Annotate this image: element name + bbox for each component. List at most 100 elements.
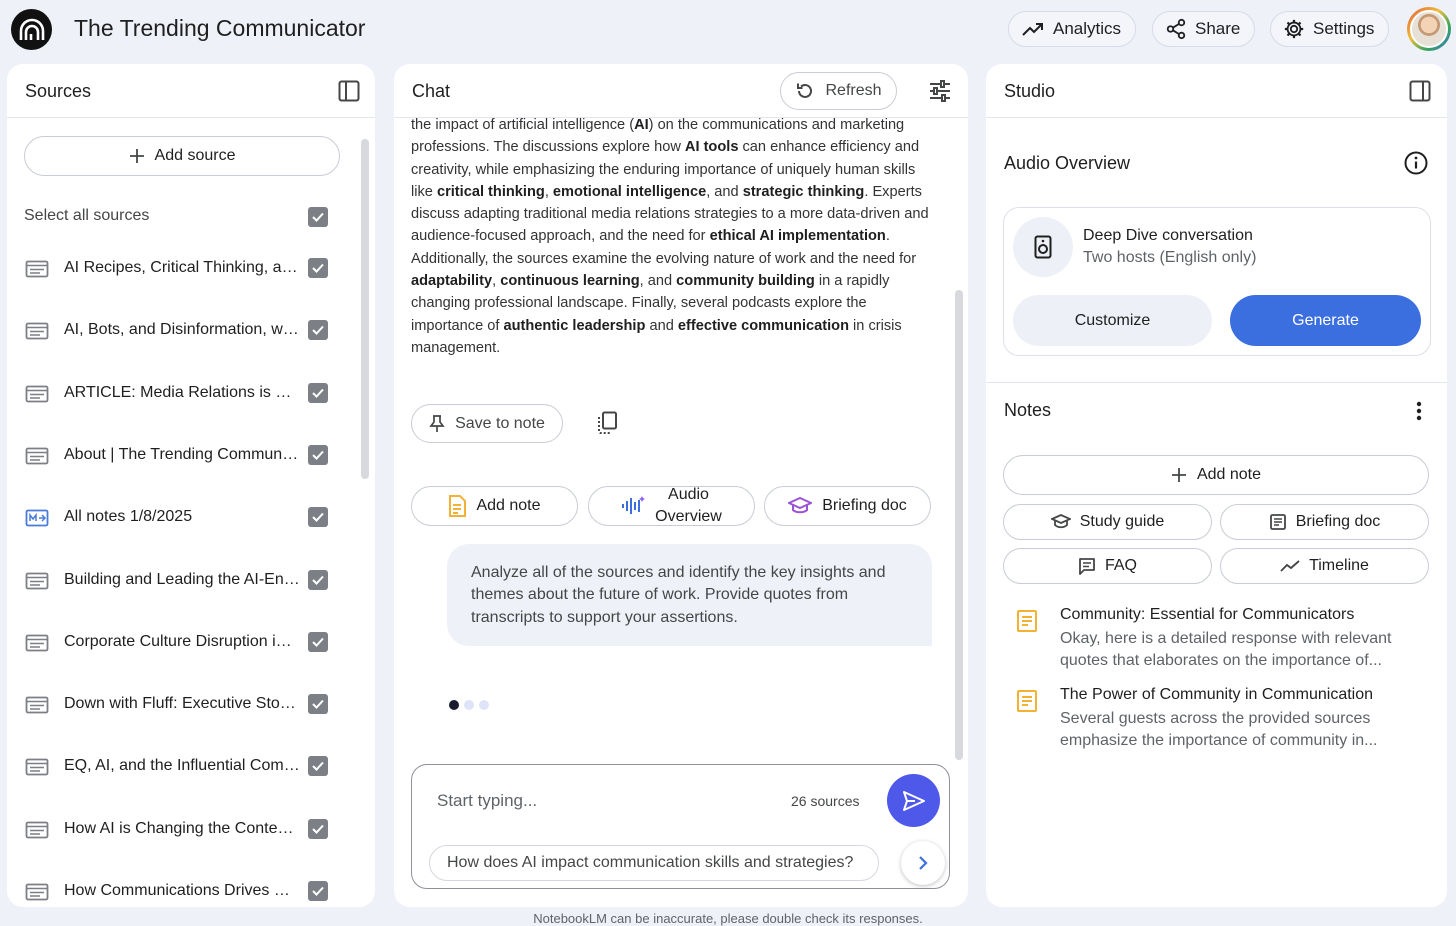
- source-checkbox[interactable]: [308, 569, 328, 590]
- source-checkbox[interactable]: [308, 631, 328, 652]
- refresh-label: Refresh: [825, 82, 882, 99]
- add-source-button[interactable]: Add source: [24, 136, 340, 176]
- source-checkbox[interactable]: [308, 881, 328, 901]
- audio-wave-icon: [622, 496, 646, 514]
- faq-button[interactable]: FAQ: [1003, 548, 1212, 584]
- note-item[interactable]: Community: Essential for Communicators O…: [1016, 606, 1416, 676]
- summary-keyword: community building: [676, 273, 815, 290]
- source-checkbox[interactable]: [308, 382, 328, 403]
- sources-scrollbar[interactable]: [361, 139, 369, 479]
- chat-input[interactable]: Start typing...: [437, 791, 537, 811]
- source-checkbox[interactable]: [308, 320, 328, 341]
- chat-scrollbar[interactable]: [955, 290, 963, 760]
- customize-button[interactable]: Customize: [1013, 295, 1212, 346]
- source-item[interactable]: Corporate Culture Disruption in the Age …: [7, 619, 352, 669]
- add-note-chip[interactable]: Add note: [411, 486, 578, 526]
- trending-up-icon: [1022, 23, 1043, 36]
- chat-panel: Chat Refresh the impact of artificial in…: [394, 64, 968, 907]
- checkmark-icon: [312, 886, 324, 896]
- source-label: ARTICLE: Media Relations is Dead. Long L…: [64, 383, 300, 401]
- source-count: 26 sources: [791, 793, 860, 809]
- graduation-cap-icon: [788, 497, 813, 514]
- save-to-note-button[interactable]: Save to note: [411, 404, 563, 443]
- more-vert-icon[interactable]: [1416, 401, 1422, 421]
- user-message: Analyze all of the sources and identify …: [447, 544, 932, 646]
- document-icon: [25, 696, 49, 714]
- source-item[interactable]: About | The Trending Communicator: [7, 432, 352, 482]
- generate-button[interactable]: Generate: [1230, 295, 1421, 346]
- faq-label: FAQ: [1104, 557, 1137, 574]
- note-item[interactable]: The Power of Community in Communication …: [1016, 686, 1416, 756]
- summary-keyword: adaptability: [411, 273, 493, 290]
- settings-button[interactable]: Settings: [1270, 11, 1390, 47]
- tune-icon[interactable]: [929, 80, 951, 102]
- refresh-button[interactable]: Refresh: [780, 72, 897, 110]
- deep-dive-title: Deep Dive conversation: [1083, 227, 1253, 244]
- school-icon: [1050, 514, 1071, 529]
- summary-text: , and: [639, 273, 677, 290]
- source-checkbox[interactable]: [308, 818, 328, 839]
- timeline-button[interactable]: Timeline: [1220, 548, 1429, 584]
- source-item[interactable]: AI Recipes, Critical Thinking, and the F…: [7, 245, 352, 295]
- collapse-panel-icon[interactable]: [1409, 80, 1431, 102]
- note-preview: Several guests across the provided sourc…: [1060, 710, 1378, 750]
- sources-title: Sources: [25, 81, 92, 101]
- add-note-button[interactable]: Add note: [1003, 455, 1429, 495]
- account-avatar[interactable]: [1407, 7, 1451, 51]
- checkmark-icon: [312, 212, 324, 222]
- source-checkbox[interactable]: [308, 756, 328, 777]
- analytics-button[interactable]: Analytics: [1008, 11, 1137, 47]
- next-suggestion-button[interactable]: [901, 841, 945, 885]
- note-icon: [1017, 610, 1037, 632]
- collapse-panel-icon[interactable]: [338, 80, 360, 102]
- summary-text: ,: [492, 273, 501, 290]
- settings-label: Settings: [1313, 19, 1375, 38]
- source-item[interactable]: How Communications Drives Growth: [7, 868, 352, 907]
- audio-overview-chip[interactable]: Audio Overview: [588, 486, 755, 526]
- audio-overview-chip-label-2: Overview: [655, 508, 722, 525]
- summary-keyword: AI tools: [684, 139, 739, 156]
- analytics-label: Analytics: [1053, 19, 1122, 38]
- summary-text: , and: [706, 183, 743, 200]
- source-item[interactable]: ARTICLE: Media Relations is Dead. Long L…: [7, 370, 352, 420]
- briefing-doc-chip[interactable]: Briefing doc: [764, 486, 931, 526]
- notebook-title[interactable]: The Trending Communicator: [74, 15, 365, 42]
- suggested-question[interactable]: How does AI impact communication skills …: [429, 845, 879, 881]
- summary-keyword: critical thinking: [436, 183, 545, 200]
- source-item[interactable]: Building and Leading the AI-Enabled Team: [7, 557, 352, 607]
- save-to-note-label: Save to note: [455, 414, 545, 432]
- source-checkbox[interactable]: [308, 444, 328, 465]
- select-all-checkbox[interactable]: [308, 207, 328, 227]
- gear-icon: [1284, 19, 1304, 39]
- speaker-icon: [1013, 217, 1073, 277]
- chat-title: Chat: [412, 81, 451, 101]
- chat-input-box: Start typing... 26 sources How does AI i…: [411, 764, 950, 889]
- source-item[interactable]: AI, Bots, and Disinformation, with Kelse…: [7, 307, 352, 357]
- source-item[interactable]: EQ, AI, and the Influential Communicator: [7, 743, 352, 793]
- source-item[interactable]: Down with Fluff: Executive Storytelling: [7, 681, 352, 731]
- info-icon[interactable]: [1404, 151, 1428, 175]
- study-guide-button[interactable]: Study guide: [1003, 504, 1212, 540]
- source-checkbox[interactable]: [308, 507, 328, 528]
- studio-panel: Studio Audio Overview Deep Dive conversa…: [986, 64, 1447, 907]
- summary-keyword: AI: [634, 117, 649, 133]
- document-icon: [25, 322, 49, 340]
- checkmark-icon: [312, 699, 324, 710]
- summary-keyword: emotional intelligence: [552, 183, 707, 200]
- loading-indicator: [449, 700, 489, 710]
- plus-icon: [129, 149, 144, 163]
- share-icon: [1166, 18, 1186, 40]
- source-checkbox[interactable]: [308, 258, 328, 278]
- source-label: AI, Bots, and Disinformation, with Kelse…: [64, 321, 300, 339]
- summary-keyword: strategic thinking: [742, 183, 865, 200]
- source-item[interactable]: How AI is Changing the Content Game: [7, 806, 352, 856]
- source-item[interactable]: All notes 1/8/2025: [7, 494, 352, 544]
- source-checkbox[interactable]: [308, 694, 328, 715]
- briefing-doc-button[interactable]: Briefing doc: [1220, 504, 1429, 540]
- studio-divider: [986, 382, 1447, 383]
- send-button[interactable]: [887, 774, 940, 827]
- source-label: AI Recipes, Critical Thinking, and the F…: [64, 259, 300, 276]
- copy-icon[interactable]: [596, 411, 618, 435]
- share-button[interactable]: Share: [1152, 11, 1256, 47]
- notebooklm-logo-icon[interactable]: [11, 9, 52, 50]
